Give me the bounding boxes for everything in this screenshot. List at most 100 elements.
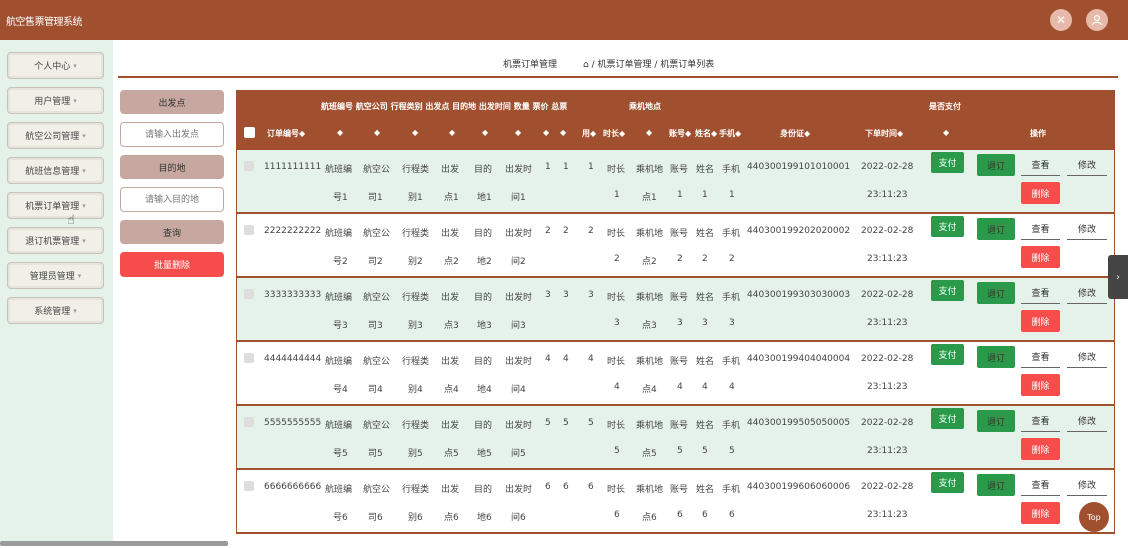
edit-button[interactable]: 修改	[1067, 474, 1107, 496]
refund-button[interactable]: 退订	[977, 154, 1015, 176]
header-sort[interactable]: ◆	[543, 128, 549, 137]
back-to-top-button[interactable]: Top	[1079, 502, 1109, 532]
row-checkbox[interactable]	[244, 225, 254, 235]
delete-button[interactable]: 删除	[1021, 182, 1060, 204]
delete-button[interactable]: 删除	[1021, 310, 1060, 332]
header-phone[interactable]: 手机◆	[719, 128, 741, 139]
cell-date: 2022-02-28	[861, 290, 914, 300]
edit-button[interactable]: 修改	[1067, 410, 1107, 432]
destination-input[interactable]	[120, 187, 224, 212]
sidebar-item-system[interactable]: 系统管理 ▾	[7, 297, 104, 324]
row-checkbox[interactable]	[244, 481, 254, 491]
row-checkbox[interactable]	[244, 417, 254, 427]
pay-button[interactable]: 支付	[931, 472, 964, 493]
select-all-checkbox[interactable]	[244, 127, 255, 138]
view-button[interactable]: 查看	[1021, 410, 1060, 432]
departure-input[interactable]	[120, 122, 224, 147]
sidebar-item-label: 用户管理	[34, 97, 71, 107]
query-button[interactable]: 查询	[120, 220, 224, 244]
header-sort[interactable]: ◆	[482, 128, 488, 137]
edit-button[interactable]: 修改	[1067, 154, 1107, 176]
cell-dep-b: 间5	[511, 449, 526, 459]
pay-button[interactable]: 支付	[931, 152, 964, 173]
refund-button[interactable]: 退订	[977, 410, 1015, 432]
header-sort[interactable]: ◆	[412, 128, 418, 137]
row-checkbox[interactable]	[244, 289, 254, 299]
sidebar-item-admins[interactable]: 管理员管理 ▾	[7, 262, 104, 289]
header-sort[interactable]: ◆	[374, 128, 380, 137]
cell-qty: 6	[545, 482, 551, 492]
sidebar-item-flights[interactable]: 航班信息管理 ▾	[7, 157, 104, 184]
cell-qty: 3	[545, 290, 551, 300]
cell-category-a: 行程类	[402, 357, 430, 367]
header-order-time[interactable]: 下单时间◆	[865, 128, 903, 139]
header-idcard[interactable]: 身份证◆	[780, 128, 810, 139]
sidebar-item-personal-center[interactable]: 个人中心 ▾	[7, 52, 104, 79]
sidebar-item-users[interactable]: 用户管理 ▾	[7, 87, 104, 114]
chevron-down-icon: ▾	[82, 236, 86, 245]
app-title: 航空售票管理系统	[6, 17, 83, 28]
sidebar-item-label: 航空公司管理	[25, 132, 80, 142]
refund-button[interactable]: 退订	[977, 218, 1015, 240]
sidebar-item-airlines[interactable]: 航空公司管理 ▾	[7, 122, 104, 149]
header-paid-sort[interactable]: ◆	[943, 128, 949, 137]
edit-button[interactable]: 修改	[1067, 346, 1107, 368]
edit-button[interactable]: 修改	[1067, 218, 1107, 240]
delete-button[interactable]: 删除	[1021, 246, 1060, 268]
batch-delete-button[interactable]: 批量删除	[120, 252, 224, 277]
view-button[interactable]: 查看	[1021, 218, 1060, 240]
sidebar-item-refunds[interactable]: 退订机票管理 ▾	[7, 227, 104, 254]
fullscreen-icon[interactable]: ✕	[1050, 9, 1072, 31]
view-button[interactable]: 查看	[1021, 474, 1060, 496]
pay-button[interactable]: 支付	[931, 344, 964, 365]
view-button[interactable]: 查看	[1021, 282, 1060, 304]
refund-button[interactable]: 退订	[977, 474, 1015, 496]
cell-idcard: 440300199202020002	[747, 226, 851, 236]
cell-phone-b: 2	[729, 254, 735, 264]
pay-button[interactable]: 支付	[931, 216, 964, 237]
header-sort[interactable]: 用◆	[582, 128, 596, 139]
header-account[interactable]: 账号◆	[669, 128, 691, 139]
header-name[interactable]: 姓名◆	[695, 128, 717, 139]
sidebar-item-ticket-orders[interactable]: 机票订单管理 ▾	[7, 192, 104, 219]
refund-button[interactable]: 退订	[977, 282, 1015, 304]
cell-name-a: 姓名	[696, 421, 715, 431]
chevron-down-icon: ▾	[73, 61, 77, 70]
header-sort[interactable]: ◆	[515, 128, 521, 137]
header-duration[interactable]: 时长◆	[603, 128, 625, 139]
header-order-no[interactable]: 订单编号◆	[267, 128, 305, 139]
header-sort[interactable]: ◆	[646, 128, 652, 137]
header-sort[interactable]: ◆	[560, 128, 566, 137]
pay-button[interactable]: 支付	[931, 280, 964, 301]
cell-total: 1	[588, 162, 594, 172]
cell-phone-a: 手机	[722, 165, 741, 175]
cell-phone-a: 手机	[722, 421, 741, 431]
cell-order-no: 5555555555	[264, 418, 322, 428]
cell-name-b: 1	[702, 190, 708, 200]
breadcrumb-path[interactable]: ⌂ / 机票订单管理 / 机票订单列表	[583, 57, 714, 70]
cell-phone-b: 3	[729, 318, 735, 328]
chevron-right-icon[interactable]: ›	[1108, 255, 1128, 299]
chevron-down-icon: ▾	[82, 201, 86, 210]
cell-dur-a: 时长	[607, 357, 626, 367]
refund-button[interactable]: 退订	[977, 346, 1015, 368]
row-checkbox[interactable]	[244, 353, 254, 363]
view-button[interactable]: 查看	[1021, 154, 1060, 176]
header-sort[interactable]: ◆	[337, 128, 343, 137]
cell-board-a: 乘机地	[636, 229, 664, 239]
horizontal-scrollbar[interactable]	[0, 541, 228, 546]
cell-order-no: 2222222222	[264, 226, 322, 236]
edit-button[interactable]: 修改	[1067, 282, 1107, 304]
delete-button[interactable]: 删除	[1021, 438, 1060, 460]
pay-button[interactable]: 支付	[931, 408, 964, 429]
delete-button[interactable]: 删除	[1021, 502, 1060, 524]
row-checkbox[interactable]	[244, 161, 254, 171]
delete-button[interactable]: 删除	[1021, 374, 1060, 396]
cell-airline-b: 司6	[368, 513, 383, 523]
user-avatar-icon[interactable]	[1086, 9, 1108, 31]
cell-total: 6	[588, 482, 594, 492]
view-button[interactable]: 查看	[1021, 346, 1060, 368]
cell-phone-a: 手机	[722, 293, 741, 303]
header-sort[interactable]: ◆	[449, 128, 455, 137]
cell-board-b: 点6	[642, 513, 657, 523]
